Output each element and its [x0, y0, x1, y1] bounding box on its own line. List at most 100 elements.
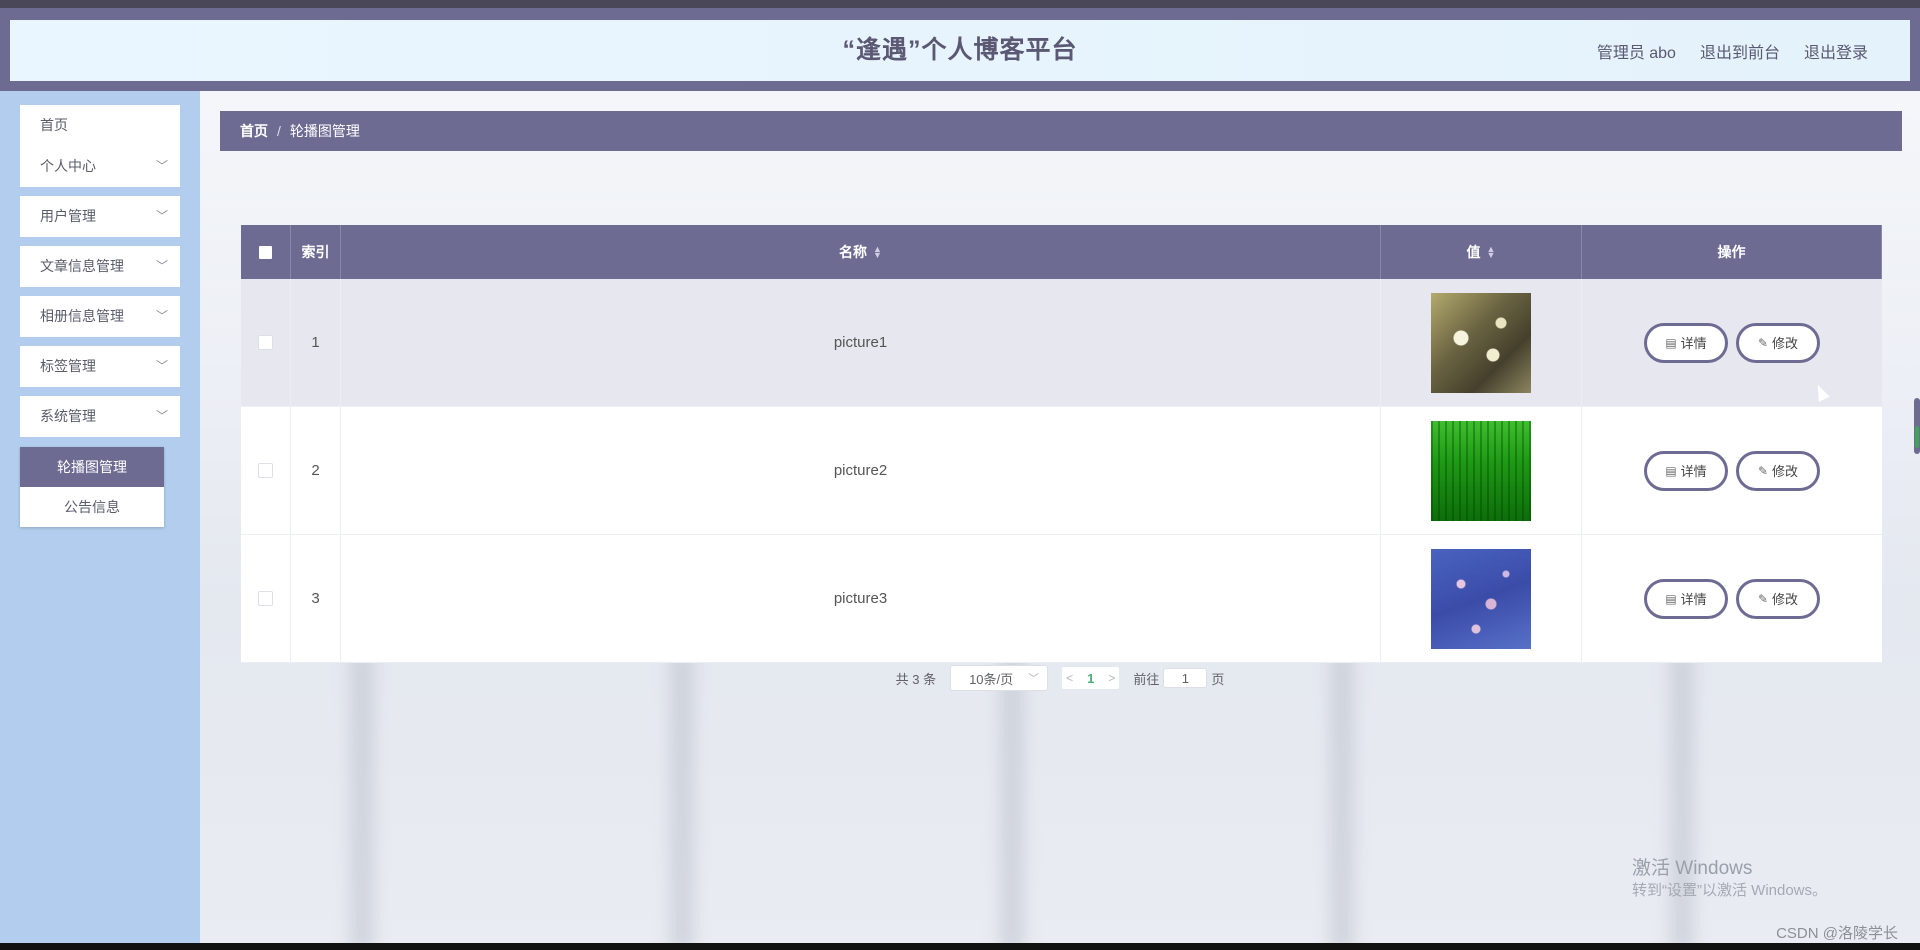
row-index: 2 — [291, 407, 341, 534]
pagination-total: 共 3 条 — [895, 671, 937, 687]
row-checkbox-cell — [241, 279, 291, 406]
detail-button[interactable]: ▤ 详情 — [1644, 450, 1728, 491]
sort-icon[interactable]: ▲ ▼ — [873, 245, 882, 260]
background-decoration — [1330, 651, 1354, 943]
row-value — [1381, 407, 1582, 534]
row-value — [1381, 535, 1582, 662]
sidebar-item-article-management[interactable]: 文章信息管理 ﹀ — [20, 246, 180, 287]
table-row[interactable]: 3 picture3 ▤ 详情 ✎ 修改 — [241, 535, 1882, 663]
sort-icon[interactable]: ▲ ▼ — [1487, 245, 1496, 260]
edit-icon: ✎ — [1757, 463, 1769, 478]
sidebar-item-personal-center[interactable]: 个人中心 ﹀ — [20, 146, 180, 187]
button-label: 修改 — [1772, 336, 1799, 351]
header-value[interactable]: 值 ▲ ▼ — [1381, 225, 1582, 279]
sidebar-item-label: 文章信息管理 — [40, 258, 124, 274]
column-label: 值 — [1466, 244, 1481, 260]
header-index: 索引 — [291, 225, 341, 279]
page-number[interactable]: 1 — [1087, 671, 1094, 686]
header-checkbox-cell — [241, 225, 291, 279]
exit-to-front-link[interactable]: 退出到前台 — [1700, 39, 1780, 63]
sidebar-item-label: 个人中心 — [40, 158, 96, 174]
row-index: 3 — [291, 535, 341, 662]
flowers-thumbnail[interactable] — [1431, 292, 1531, 393]
page-suffix: 页 — [1211, 671, 1225, 687]
row-ops: ▤ 详情 ✎ 修改 — [1582, 407, 1882, 534]
sidebar-item-album-management[interactable]: 相册信息管理 ﹀ — [20, 296, 180, 337]
chevron-down-icon: ﹀ — [1028, 673, 1040, 685]
table-header: 索引 名称 ▲ ▼ 值 ▲ ▼ 操作 — [241, 225, 1882, 279]
page-size-select[interactable]: 10条/页 ﹀ — [950, 665, 1049, 691]
column-label: 操作 — [1717, 244, 1746, 260]
edit-button[interactable]: ✎ 修改 — [1736, 578, 1820, 619]
system-submenu: 轮播图管理 公告信息 — [20, 447, 164, 527]
breadcrumb-current: 轮播图管理 — [289, 123, 360, 139]
button-label: 修改 — [1772, 592, 1799, 607]
table-row[interactable]: 1 picture1 ▤ 详情 ✎ 修改 — [241, 279, 1882, 407]
pager: < 1 > — [1062, 667, 1120, 689]
select-all-checkbox[interactable] — [259, 245, 272, 259]
current-user-label: 管理员 abo — [1596, 44, 1676, 62]
button-label: 修改 — [1772, 464, 1799, 479]
page-size-value: 10条/页 — [969, 671, 1014, 687]
header-name[interactable]: 名称 ▲ ▼ — [341, 225, 1381, 279]
pagination: 共 3 条 10条/页 ﹀ < 1 > 前往 页 — [200, 665, 1920, 691]
column-label: 索引 — [301, 244, 330, 260]
blossom-thumbnail[interactable] — [1431, 548, 1531, 649]
carousel-table: 索引 名称 ▲ ▼ 值 ▲ ▼ 操作 1 picture1 ▤ 详情 ✎ 修改 2 pict… — [241, 225, 1882, 663]
breadcrumb: 首页 / 轮播图管理 — [220, 111, 1902, 151]
chevron-down-icon: ﹀ — [155, 359, 168, 373]
logout-link[interactable]: 退出登录 — [1804, 39, 1868, 63]
row-index: 1 — [291, 279, 341, 406]
app-header: “逢遇”个人博客平台 管理员 abo 退出到前台 退出登录 — [0, 10, 1920, 91]
sidebar-item-label: 系统管理 — [40, 408, 96, 424]
edit-button[interactable]: ✎ 修改 — [1736, 322, 1820, 363]
row-ops: ▤ 详情 ✎ 修改 — [1582, 279, 1882, 406]
sidebar-item-tag-management[interactable]: 标签管理 ﹀ — [20, 346, 180, 387]
row-checkbox-cell — [241, 407, 291, 534]
table-row[interactable]: 2 picture2 ▤ 详情 ✎ 修改 — [241, 407, 1882, 535]
row-value — [1381, 279, 1582, 406]
chevron-down-icon: ﹀ — [155, 259, 168, 273]
detail-button[interactable]: ▤ 详情 — [1644, 578, 1728, 619]
row-checkbox[interactable] — [258, 335, 273, 350]
sidebar-item-home[interactable]: 首页 — [20, 105, 180, 146]
windows-activation-watermark: 激活 Windows — [1632, 858, 1753, 879]
page-scrollbar[interactable] — [1914, 398, 1920, 454]
detail-button[interactable]: ▤ 详情 — [1644, 322, 1728, 363]
background-decoration — [350, 651, 374, 943]
header-ops: 操作 — [1582, 225, 1882, 279]
chevron-down-icon: ﹀ — [155, 409, 168, 423]
next-page-icon[interactable]: > — [1108, 671, 1115, 685]
sidebar-item-system-management[interactable]: 系统管理 ﹀ — [20, 396, 180, 437]
chevron-down-icon: ﹀ — [155, 209, 168, 223]
prev-page-icon[interactable]: < — [1066, 671, 1073, 685]
sidebar-item-label: 标签管理 — [40, 358, 96, 374]
sidebar-item-label: 相册信息管理 — [40, 308, 124, 324]
chevron-down-icon: ﹀ — [155, 159, 168, 173]
header-inner: “逢遇”个人博客平台 管理员 abo 退出到前台 退出登录 — [10, 20, 1910, 81]
csdn-watermark: CSDN @洛陵学长 — [1776, 925, 1898, 942]
header-links: 管理员 abo 退出到前台 退出登录 — [1597, 20, 1868, 81]
goto-label: 前往 — [1133, 671, 1160, 687]
submenu-item-carousel[interactable]: 轮播图管理 — [20, 447, 164, 487]
main-content: 首页 / 轮播图管理 索引 名称 ▲ ▼ 值 ▲ ▼ 操作 1 picture1 ▤ 详情 ✎… — [200, 91, 1920, 943]
document-icon: ▤ — [1665, 335, 1677, 350]
row-checkbox[interactable] — [258, 591, 273, 606]
sidebar-item-user-management[interactable]: 用户管理 ﹀ — [20, 196, 180, 237]
row-name: picture3 — [341, 535, 1381, 662]
document-icon: ▤ — [1665, 463, 1677, 478]
submenu-item-notice[interactable]: 公告信息 — [20, 487, 164, 527]
breadcrumb-home[interactable]: 首页 — [240, 123, 268, 139]
button-label: 详情 — [1680, 592, 1707, 607]
background-decoration — [670, 651, 694, 943]
grass-thumbnail[interactable] — [1431, 420, 1531, 521]
bottom-border — [0, 943, 1920, 950]
column-label: 名称 — [839, 244, 868, 260]
goto-page-input[interactable] — [1163, 668, 1208, 688]
windows-activation-hint: 转到“设置”以激活 Windows。 — [1632, 882, 1828, 899]
edit-button[interactable]: ✎ 修改 — [1736, 450, 1820, 491]
top-strip — [0, 0, 1920, 10]
breadcrumb-separator: / — [277, 123, 281, 139]
row-name: picture1 — [341, 279, 1381, 406]
row-checkbox[interactable] — [258, 463, 273, 478]
